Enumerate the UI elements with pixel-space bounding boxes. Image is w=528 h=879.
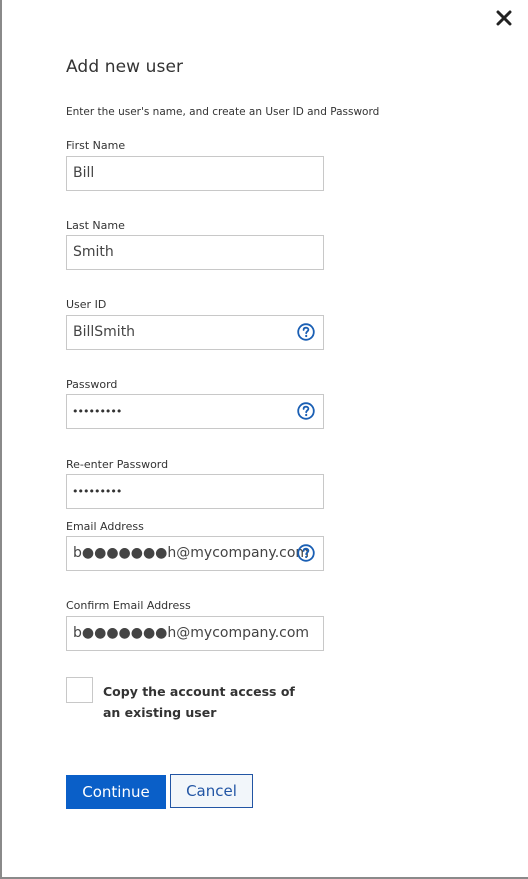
confirm-email-field[interactable]: b●●●●●●●h@mycompany.com bbox=[66, 616, 324, 651]
user-id-value: BillSmith bbox=[73, 324, 136, 340]
last-name-label: Last Name bbox=[66, 219, 125, 232]
dialog-title: Add new user bbox=[66, 57, 184, 77]
close-icon[interactable] bbox=[492, 6, 516, 30]
continue-button[interactable]: Continue bbox=[66, 775, 166, 809]
confirm-email-label: Confirm Email Address bbox=[66, 599, 191, 612]
user-id-field[interactable]: BillSmith bbox=[66, 315, 324, 350]
question-circle-icon[interactable] bbox=[297, 323, 315, 341]
first-name-value: Bill bbox=[73, 165, 95, 181]
email-label: Email Address bbox=[66, 520, 144, 533]
question-circle-icon[interactable] bbox=[297, 402, 315, 420]
dialog-frame bbox=[0, 0, 528, 879]
first-name-label: First Name bbox=[66, 139, 126, 152]
email-field[interactable]: b●●●●●●●h@mycompany.com bbox=[66, 536, 324, 571]
email-value: b●●●●●●●h@mycompany.com bbox=[73, 545, 310, 561]
password-field[interactable]: ••••••••• bbox=[66, 394, 324, 429]
copy-access-label: Copy the account access of an existing u… bbox=[103, 684, 295, 720]
instructions-text: Enter the user's name, and create an Use… bbox=[66, 106, 380, 118]
last-name-field[interactable]: Smith bbox=[66, 235, 324, 270]
password-value: ••••••••• bbox=[72, 405, 122, 418]
password-label: Password bbox=[66, 378, 118, 391]
cancel-button[interactable]: Cancel bbox=[170, 774, 253, 808]
first-name-field[interactable]: Bill bbox=[66, 156, 324, 191]
confirm-email-value: b●●●●●●●h@mycompany.com bbox=[73, 625, 310, 641]
copy-access-checkbox[interactable] bbox=[66, 677, 93, 703]
last-name-value: Smith bbox=[73, 244, 114, 260]
reenter-password-field[interactable]: ••••••••• bbox=[66, 474, 324, 509]
question-circle-icon[interactable] bbox=[297, 544, 315, 562]
reenter-password-label: Re-enter Password bbox=[66, 458, 169, 471]
reenter-password-value: ••••••••• bbox=[72, 485, 122, 498]
user-id-label: User ID bbox=[66, 298, 107, 311]
